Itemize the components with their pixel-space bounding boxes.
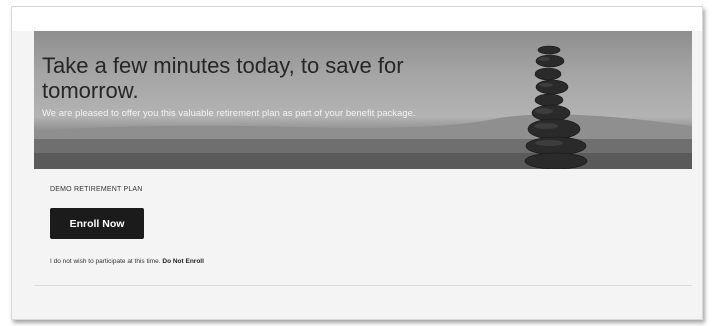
hero-banner: Take a few minutes today, to save for to… (34, 31, 692, 169)
do-not-enroll-link[interactable]: Do Not Enroll (162, 258, 204, 265)
hero-title: Take a few minutes today, to save for to… (42, 53, 404, 103)
enrollment-panel: DEMO RETIREMENT PLAN Enroll Now I do not… (34, 169, 692, 285)
top-bar (12, 7, 702, 31)
plan-name: DEMO RETIREMENT PLAN (50, 186, 143, 193)
decline-notice: I do not wish to participate at this tim… (50, 258, 204, 265)
enroll-now-button[interactable]: Enroll Now (50, 208, 144, 239)
decline-text: I do not wish to participate at this tim… (50, 258, 161, 265)
hero-subtitle: We are pleased to offer you this valuabl… (42, 108, 416, 119)
page-frame: Take a few minutes today, to save for to… (11, 6, 703, 320)
footer-area (34, 286, 692, 310)
